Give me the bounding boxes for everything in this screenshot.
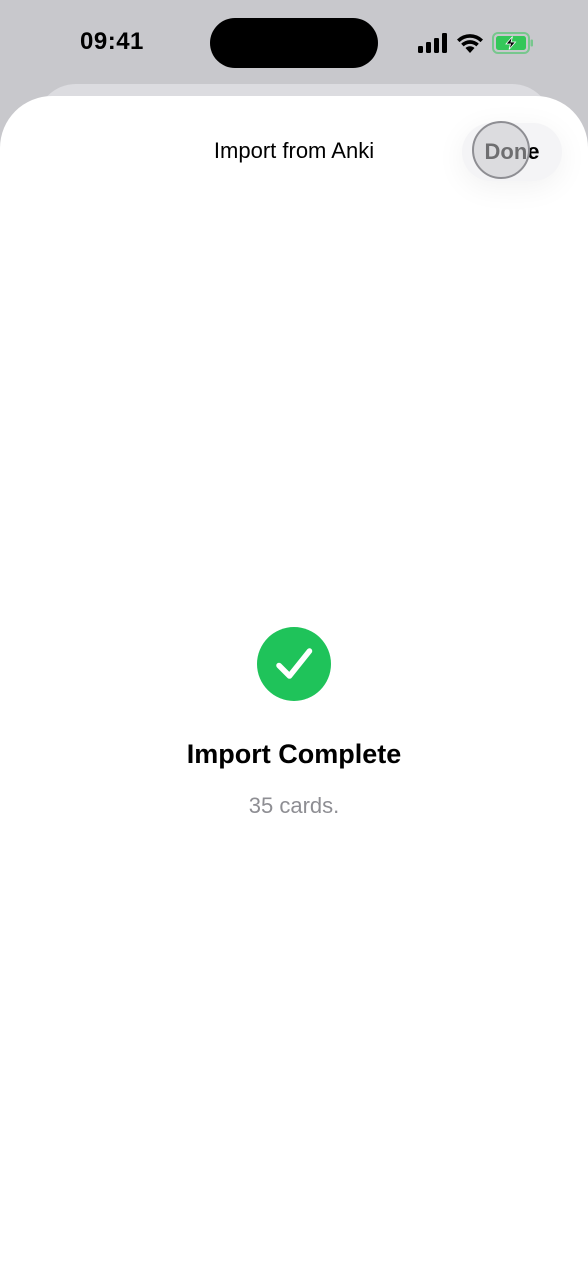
done-button-container: Done xyxy=(462,123,562,181)
battery-charging-icon xyxy=(492,32,533,54)
status-time: 09:41 xyxy=(80,28,144,55)
wifi-icon xyxy=(457,34,483,53)
card-count-subtitle: 35 cards. xyxy=(248,793,340,818)
done-button[interactable]: Done xyxy=(462,123,562,181)
dynamic-island xyxy=(210,18,378,68)
checkmark-circle-icon xyxy=(257,627,331,701)
cellular-signal-icon xyxy=(418,33,447,53)
status-icons xyxy=(418,30,534,56)
import-complete-title: Import Complete xyxy=(186,739,402,769)
import-sheet: Import from Anki Done Import Complete 35… xyxy=(0,96,588,1280)
status-bar: 09:41 xyxy=(0,0,588,84)
